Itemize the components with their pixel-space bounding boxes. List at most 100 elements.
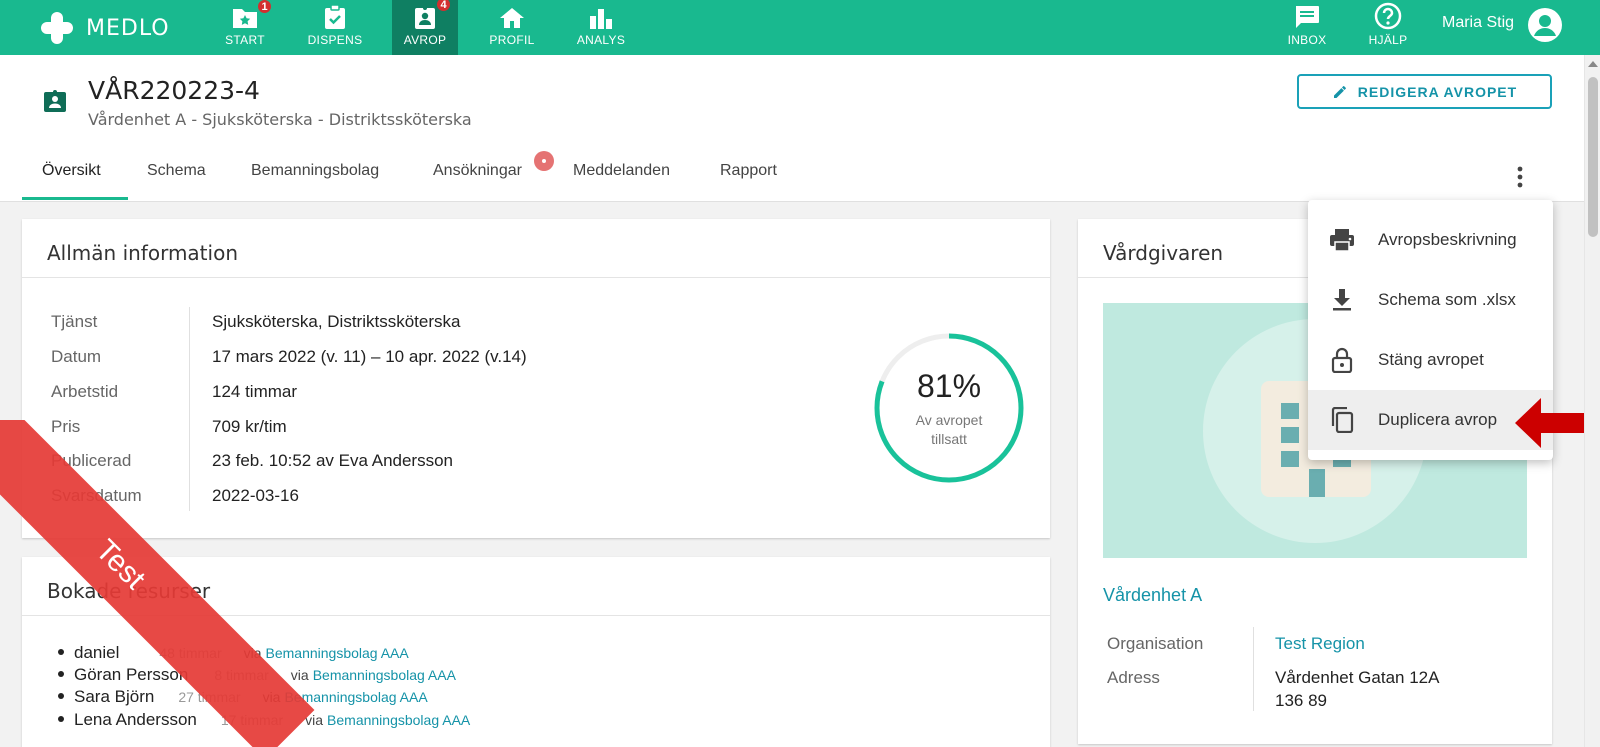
assignment-ind-icon	[44, 90, 66, 112]
resource-hours: 27 timmar	[178, 689, 241, 705]
tab-rapport[interactable]: Rapport	[720, 162, 777, 180]
user-avatar-icon[interactable]	[1528, 8, 1562, 42]
label-adress: Adress	[1107, 668, 1160, 687]
resource-row: Lena Andersson 17 timmar via Bemanningsb…	[58, 710, 470, 730]
nav-start-label: START	[225, 33, 265, 47]
resource-hours: 17 timmar	[220, 712, 284, 728]
nav-dispens[interactable]: DISPENS	[302, 0, 368, 55]
label-pris: Pris	[51, 417, 81, 436]
progress-percent: 81%	[916, 368, 982, 404]
resource-name[interactable]: Göran Persson	[74, 665, 188, 685]
edit-avrop-label: REDIGERA AVROPET	[1357, 83, 1518, 100]
value-svarsdatum: 2022-03-16	[212, 486, 299, 505]
menu-item-avropsbeskrivning[interactable]: Avropsbeskrivning	[1308, 210, 1553, 270]
menu-item-label: Stäng avropet	[1378, 350, 1484, 369]
menu-item-label: Avropsbeskrivning	[1378, 230, 1517, 249]
nav-analys[interactable]: ANALYS	[568, 0, 634, 55]
message-icon	[1296, 6, 1319, 28]
resource-name[interactable]: Sara Björn	[74, 687, 154, 707]
page-subtitle: Vårdenhet A - Sjuksköterska - Distriktss…	[88, 110, 472, 129]
bar-chart-icon	[590, 9, 612, 29]
page-scrollbar[interactable]	[1584, 55, 1600, 747]
app-logo[interactable]: MEDLO	[40, 8, 170, 48]
resource-hours: 8 timmar	[214, 667, 269, 683]
user-name[interactable]: Maria Stig	[1442, 14, 1514, 32]
resource-row: Sara Björn 27 timmar via Bemanningsbolag…	[58, 687, 428, 707]
resource-name[interactable]: daniel	[74, 643, 119, 663]
medlo-cross-icon	[41, 12, 73, 44]
nav-avrop[interactable]: 4 AVROP	[392, 0, 458, 55]
organisation-link[interactable]: Test Region	[1275, 634, 1365, 654]
nav-avrop-badge: 4	[435, 0, 452, 13]
tab-meddelanden[interactable]: Meddelanden	[573, 162, 670, 180]
value-arbetstid: 124 timmar	[212, 382, 298, 401]
menu-item-label: Schema som .xlsx	[1378, 290, 1516, 309]
print-icon	[1328, 226, 1356, 254]
home-icon	[500, 8, 524, 28]
progress-caption-2: tillsatt	[931, 431, 967, 447]
resource-via: via	[290, 667, 309, 683]
address-line-1: Vårdenhet Gatan 12A	[1275, 668, 1440, 687]
nav-start-badge: 1	[256, 0, 273, 15]
red-arrow-annotation-icon	[1515, 398, 1593, 448]
nav-avrop-label: AVROP	[403, 33, 447, 47]
tab-ansokningar[interactable]: Ansökningar	[433, 162, 522, 180]
resource-company-link[interactable]: Bemanningsbolag AAA	[266, 645, 409, 661]
copy-icon	[1328, 406, 1356, 434]
nav-inbox[interactable]: INBOX	[1274, 0, 1340, 55]
label-svarsdatum: Svarsdatum	[51, 486, 142, 505]
edit-avrop-button[interactable]: REDIGERA AVROPET	[1297, 74, 1552, 109]
nav-inbox-label: INBOX	[1287, 33, 1327, 47]
scrollbar-thumb[interactable]	[1588, 77, 1598, 237]
resource-via: via	[305, 712, 324, 728]
fill-progress-ring	[874, 333, 1024, 483]
nav-profil[interactable]: PROFIL	[479, 0, 545, 55]
top-navigation-bar: MEDLO 1 START DISPENS 4 AVROP PROFIL ANA…	[0, 0, 1600, 55]
tab-oversikt[interactable]: Översikt	[42, 162, 101, 180]
more-vert-icon[interactable]	[1515, 166, 1525, 188]
value-publicerad: 23 feb. 10:52 av Eva Andersson	[212, 451, 454, 470]
star-folder-icon	[233, 9, 257, 28]
help-circle-icon	[1374, 2, 1402, 30]
menu-item-stang-avropet[interactable]: Stäng avropet	[1308, 330, 1553, 390]
nav-analys-label: ANALYS	[576, 33, 626, 47]
resource-company-link[interactable]: Bemanningsbolag AAA	[284, 689, 427, 705]
app-logo-text: MEDLO	[86, 15, 170, 41]
tab-bemanningsbolag[interactable]: Bemanningsbolag	[251, 162, 379, 180]
provider-title: Vårdgivaren	[1103, 241, 1224, 265]
menu-item-label: Duplicera avrop	[1378, 410, 1498, 429]
assignment-ind-icon	[415, 6, 435, 29]
booked-resources-title: Bokade resurser	[47, 579, 211, 603]
value-pris: 709 kr/tim	[212, 417, 287, 436]
nav-profil-label: PROFIL	[489, 33, 535, 47]
clipboard-check-icon	[325, 4, 345, 29]
label-publicerad: Publicerad	[51, 451, 132, 470]
pencil-icon	[1333, 85, 1346, 98]
nav-start[interactable]: 1 START	[212, 0, 278, 55]
tab-schema[interactable]: Schema	[147, 162, 206, 180]
label-organisation: Organisation	[1107, 634, 1204, 653]
value-datum: 17 mars 2022 (v. 11) – 10 apr. 2022 (v.1…	[212, 347, 527, 366]
tab-ansokningar-badge	[534, 151, 554, 171]
progress-caption-1: Av avropet	[915, 412, 983, 428]
label-arbetstid: Arbetstid	[51, 382, 119, 401]
value-tjanst: Sjuksköterska, Distriktssköterska	[212, 312, 461, 331]
resource-company-link[interactable]: Bemanningsbolag AAA	[327, 712, 470, 728]
page-title: VÅR220223-4	[88, 76, 260, 105]
resource-via: via	[243, 645, 262, 661]
active-tab-indicator	[22, 197, 128, 200]
resource-name[interactable]: Lena Andersson	[74, 710, 197, 730]
label-datum: Datum	[51, 347, 102, 366]
nav-help[interactable]: HJÄLP	[1355, 0, 1421, 55]
resource-company-link[interactable]: Bemanningsbolag AAA	[313, 667, 456, 683]
address-line-2: 136 89	[1275, 691, 1327, 710]
resource-row: Göran Persson 8 timmar via Bemanningsbol…	[58, 665, 456, 685]
download-icon	[1328, 286, 1356, 314]
resource-hours: 48 timmar	[159, 645, 222, 661]
scroll-up-arrow-icon[interactable]	[1588, 61, 1598, 67]
label-tjanst: Tjänst	[51, 312, 98, 331]
provider-unit-link[interactable]: Vårdenhet A	[1103, 585, 1202, 606]
general-info-title: Allmän information	[47, 241, 238, 265]
menu-item-schema-xlsx[interactable]: Schema som .xlsx	[1308, 270, 1553, 330]
nav-help-label: HJÄLP	[1368, 33, 1408, 47]
